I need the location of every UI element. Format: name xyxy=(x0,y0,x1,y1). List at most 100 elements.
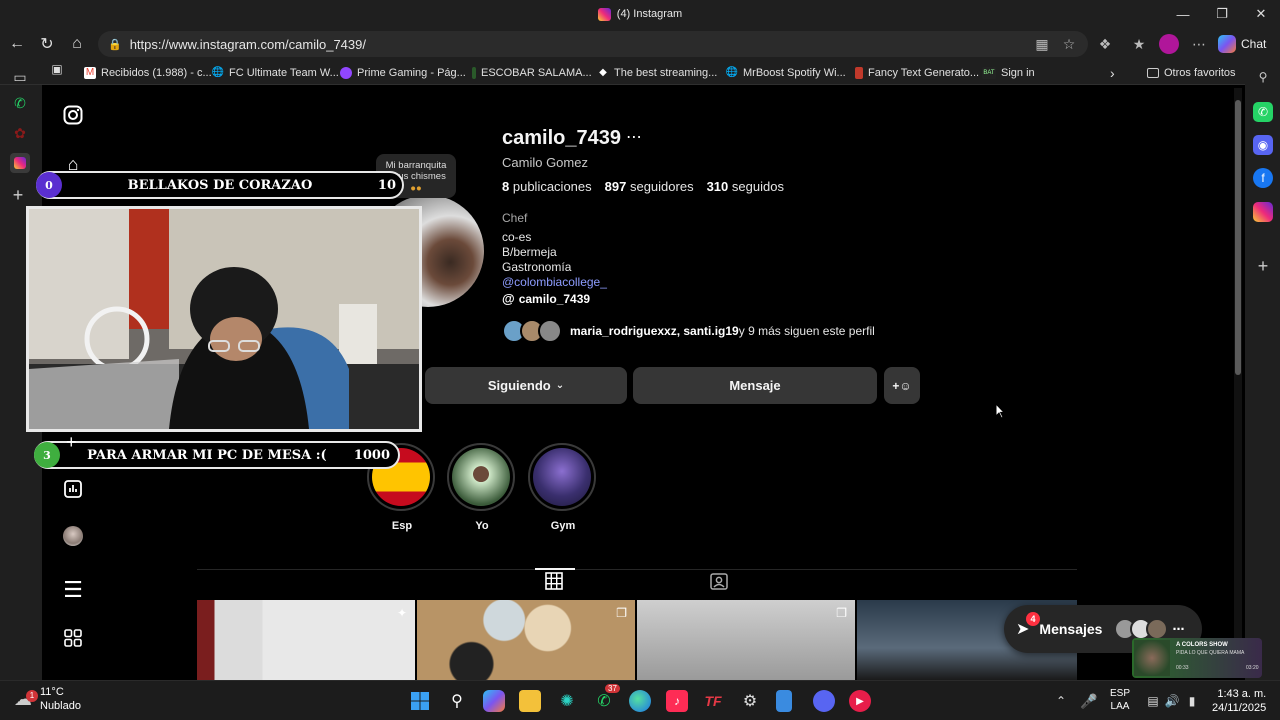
input-language[interactable]: ESP LAA xyxy=(1110,687,1130,713)
bio-line: co-es xyxy=(502,230,532,244)
more-menu-icon[interactable]: ⋯ xyxy=(1188,33,1210,55)
copilot-icon[interactable] xyxy=(483,690,505,712)
posts-stat: 8 publicaciones xyxy=(502,179,592,194)
profile-username: camilo_7439 xyxy=(502,127,621,149)
bookmark-label: FC Ultimate Team W... xyxy=(229,66,339,79)
notepad-icon[interactable] xyxy=(776,690,792,712)
mini-player-subtitle: PIDA LO QUE QUIERA MAMA xyxy=(1176,650,1245,656)
bookmark-mrboost[interactable]: 🌐 MrBoost Spotify Wi... xyxy=(726,64,846,81)
profile-avatar[interactable] xyxy=(62,525,84,547)
highlight-image xyxy=(533,448,591,506)
facebook-icon[interactable]: f xyxy=(1253,168,1273,188)
bio-mention-link[interactable]: @colombiacollege_ xyxy=(502,275,607,289)
tab-posts-grid-icon[interactable] xyxy=(544,571,564,591)
collections-icon[interactable]: ▣ xyxy=(42,56,72,81)
new-tab-icon[interactable]: + xyxy=(8,185,28,205)
discord-icon[interactable]: ◉ xyxy=(1253,135,1273,155)
address-bar[interactable]: 🔒 https://www.instagram.com/camilo_7439/ xyxy=(98,31,1088,57)
following-count: 310 xyxy=(706,179,729,194)
more-apps-icon[interactable] xyxy=(62,627,84,649)
bookmark-label: The best streaming... xyxy=(614,66,718,79)
bio-line: Gastronomía xyxy=(502,260,572,274)
system-clock[interactable]: 1:43 a. m. 24/11/2025 xyxy=(1212,687,1266,715)
post-thumbnail[interactable]: ❐ xyxy=(637,600,855,680)
pin-icon: ✦ xyxy=(396,606,407,620)
favorite-star-icon[interactable]: ☆ xyxy=(1058,33,1080,55)
add-icon[interactable]: + xyxy=(66,432,77,453)
following-button[interactable]: Siguiendo ⌄ xyxy=(425,367,627,404)
message-button[interactable]: Mensaje xyxy=(633,367,877,404)
followers-stat[interactable]: 897 seguidores xyxy=(605,179,694,194)
goal-text: BELLAKOS DE CORAZAO xyxy=(127,177,313,193)
whatsapp-tab-icon[interactable]: ✆ xyxy=(10,93,30,113)
chevron-up-icon[interactable]: ⌃ xyxy=(1050,690,1072,712)
highlight-gym[interactable]: Gym xyxy=(528,443,598,532)
microphone-icon[interactable]: 🎤 xyxy=(1078,690,1100,712)
minimize-icon[interactable]: — xyxy=(1164,0,1202,28)
tab-actions-icon[interactable]: ▭ xyxy=(10,67,30,87)
whatsapp-icon[interactable]: ✆ xyxy=(1253,102,1273,122)
followed-by[interactable]: maria_rodriguexxz, santi.ig19 y 9 más si… xyxy=(502,317,875,345)
steam-icon[interactable]: ⚙ xyxy=(739,690,761,712)
battery-icon[interactable]: ▮ xyxy=(1181,690,1203,712)
instagram-icon[interactable] xyxy=(1253,202,1273,222)
threads-icon: @ xyxy=(502,291,515,306)
discord-icon[interactable] xyxy=(813,690,835,712)
bookmark-escobar[interactable]: ESCOBAR SALAMA... xyxy=(472,64,592,81)
profile-avatar[interactable] xyxy=(1158,33,1180,55)
suggest-users-button[interactable]: +☺ xyxy=(884,367,920,404)
bookmark-prime-gaming[interactable]: Prime Gaming - Pág... xyxy=(340,64,466,81)
app-available-icon[interactable]: ▦ xyxy=(1031,33,1053,55)
chevron-right-icon[interactable]: › xyxy=(1110,64,1115,81)
highlight-yo[interactable]: Yo xyxy=(447,443,517,532)
bookmark-sign-in[interactable]: BAT Sign in xyxy=(982,64,1035,81)
mini-player-duration: 03:20 xyxy=(1246,665,1259,671)
weather-widget[interactable]: ☁ 1 11°C Nublado xyxy=(14,685,81,713)
bookmark-label: ESCOBAR SALAMA... xyxy=(481,66,592,79)
mini-player[interactable]: A COLORS SHOW PIDA LO QUE QUIERA MAMA 00… xyxy=(1132,638,1262,678)
threads-link[interactable]: @ camilo_7439 xyxy=(502,291,590,306)
messages-badge: 4 xyxy=(1026,612,1040,626)
tab-icon[interactable]: ✿ xyxy=(10,123,30,143)
tiktok-icon[interactable]: ♪ xyxy=(666,690,688,712)
instagram-tab-icon[interactable] xyxy=(10,153,30,173)
bookmark-gmail[interactable]: M Recibidos (1.988) - c... xyxy=(84,64,212,81)
extensions-icon[interactable]: ❖ xyxy=(1094,33,1116,55)
post-thumbnail[interactable]: ❐ xyxy=(417,600,635,680)
tab-tagged-icon[interactable] xyxy=(709,571,729,591)
folder-icon xyxy=(1147,67,1159,78)
windows-start-icon[interactable] xyxy=(409,690,431,712)
back-icon[interactable]: ← xyxy=(2,28,32,60)
tf-app-icon[interactable]: TF xyxy=(702,690,724,712)
highlight-label: Yo xyxy=(475,520,489,532)
whatsapp-icon[interactable]: ✆ 37 xyxy=(593,684,620,712)
stream-goal-bar-top: 0 BELLAKOS DE CORAZAO 10 xyxy=(36,171,404,199)
volume-icon[interactable]: 🔊 xyxy=(1161,690,1183,712)
other-favorites[interactable]: Otros favoritos xyxy=(1147,64,1236,81)
profile-options-icon[interactable]: ⋯ xyxy=(626,127,643,147)
whatsapp-badge: 37 xyxy=(605,684,620,693)
dashboard-icon[interactable] xyxy=(62,478,84,500)
file-explorer-icon[interactable] xyxy=(519,690,541,712)
copilot-chat-button[interactable]: Chat xyxy=(1218,31,1274,57)
bookmark-fancy-text[interactable]: Fancy Text Generato... xyxy=(855,64,979,81)
more-icon: ⋯ xyxy=(1172,622,1185,636)
maximize-icon[interactable]: ❐ xyxy=(1203,0,1241,28)
bookmark-fc-ultimate[interactable]: 🌐 FC Ultimate Team W... xyxy=(212,64,339,81)
close-icon[interactable]: ✕ xyxy=(1242,0,1280,28)
edge-browser-icon[interactable] xyxy=(629,690,651,712)
bookmark-streaming[interactable]: ◆ The best streaming... xyxy=(597,64,717,81)
edge-dev-icon[interactable]: ✺ xyxy=(556,690,578,712)
instagram-logo-icon[interactable] xyxy=(62,104,84,126)
globe-icon: 🌐 xyxy=(211,67,225,78)
scrollbar-thumb[interactable] xyxy=(1235,100,1241,375)
media-player-icon[interactable]: ▶ xyxy=(849,690,871,712)
bookmark-icon xyxy=(855,66,863,79)
search-icon[interactable]: ⚲ xyxy=(446,690,468,712)
add-icon[interactable]: + xyxy=(1253,256,1273,276)
favorites-icon[interactable]: ★ xyxy=(1128,33,1150,55)
post-thumbnail[interactable]: ✦ xyxy=(197,600,415,680)
following-stat[interactable]: 310 seguidos xyxy=(707,179,784,194)
search-icon[interactable]: ⚲ xyxy=(1253,67,1273,87)
menu-icon[interactable]: ☰ xyxy=(62,577,84,602)
